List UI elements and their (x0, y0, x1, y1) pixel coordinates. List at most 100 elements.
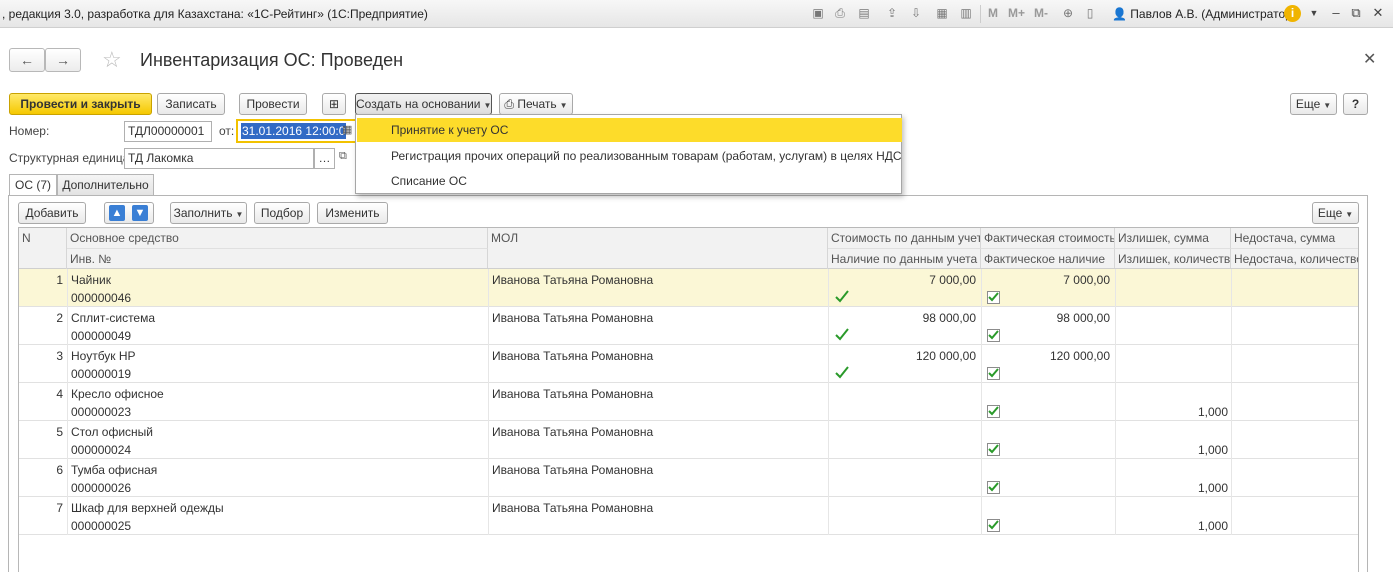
save-button[interactable]: Записать (157, 93, 225, 115)
memory-plus-button[interactable]: M+ (1008, 6, 1025, 20)
menu-item-accept-os[interactable]: Принятие к учету ОС (357, 118, 902, 142)
table-icon[interactable]: ▦ (934, 5, 950, 21)
mol-name[interactable]: Иванова Татьяна Романовна (492, 461, 822, 480)
post-button[interactable]: Провести (239, 93, 307, 115)
surplus-quantity[interactable]: 1,000 (1118, 441, 1228, 460)
col-cost[interactable]: Стоимость по данным учета (828, 228, 981, 248)
table-row[interactable]: 4 Кресло офисное 000000023 Иванова Татьяна … (19, 383, 1358, 422)
add-row-button[interactable]: Добавить (18, 202, 86, 224)
unit-field[interactable]: ТД Лакомка (124, 148, 314, 169)
surplus-quantity[interactable]: 1,000 (1118, 403, 1228, 422)
close-window-icon[interactable]: ✕ (1370, 5, 1386, 21)
col-mol[interactable]: МОЛ (488, 228, 828, 269)
asset-name[interactable]: Стол офисный (71, 423, 481, 442)
actual-cost[interactable]: 7 000,00 (984, 271, 1110, 290)
actual-cost[interactable] (984, 423, 1110, 442)
col-in-accounting[interactable]: Наличие по данным учета (828, 248, 981, 268)
mol-name[interactable]: Иванова Татьяна Романовна (492, 499, 822, 518)
surplus-quantity[interactable]: 1,000 (1118, 479, 1228, 498)
actual-presence-checkbox[interactable] (987, 367, 1000, 380)
col-shortage-qty[interactable]: Недостача, количество (1231, 248, 1358, 268)
favorite-star-icon[interactable]: ☆ (102, 47, 122, 73)
actual-presence-checkbox[interactable] (987, 405, 1000, 418)
actual-presence-checkbox[interactable] (987, 481, 1000, 494)
inventory-number[interactable]: 000000024 (71, 441, 481, 460)
calendar-icon[interactable]: ▦ (342, 123, 352, 136)
col-asset[interactable]: Основное средство (67, 228, 488, 248)
panels-icon[interactable]: ▯ (1082, 5, 1098, 21)
actual-presence-checkbox[interactable] (987, 443, 1000, 456)
menu-item-write-off[interactable]: Списание ОС (357, 169, 902, 193)
col-surplus-sum[interactable]: Излишек, сумма (1115, 228, 1231, 248)
accounting-cost[interactable] (831, 499, 976, 518)
arrow-down-icon[interactable]: ▼ (132, 205, 148, 221)
actual-presence-checkbox[interactable] (987, 519, 1000, 532)
col-fact-cost[interactable]: Фактическая стоимость (981, 228, 1115, 248)
col-surplus-qty[interactable]: Излишек, количество (1115, 248, 1231, 268)
table-more-button[interactable]: Еще ▼ (1312, 202, 1359, 224)
select-button[interactable]: Подбор (254, 202, 310, 224)
chevron-down-icon[interactable]: ▼ (1306, 5, 1322, 21)
table-row[interactable]: 2 Сплит-система 000000049 Иванова Татьяна Р… (19, 307, 1358, 346)
actual-cost[interactable] (984, 461, 1110, 480)
select-unit-button[interactable]: … (314, 148, 335, 169)
inventory-number[interactable]: 000000019 (71, 365, 481, 384)
preview-icon[interactable]: ▤ (856, 5, 872, 21)
memory-minus-button[interactable]: M- (1034, 6, 1048, 20)
asset-name[interactable]: Ноутбук HP (71, 347, 481, 366)
tab-os[interactable]: ОС (7) (9, 174, 57, 196)
minimize-icon[interactable]: – (1328, 5, 1344, 21)
arrow-up-icon[interactable]: ▲ (109, 205, 125, 221)
number-field[interactable]: ТДЛ00000001 (124, 121, 212, 142)
tab-additional[interactable]: Дополнительно (57, 174, 154, 195)
asset-name[interactable]: Шкаф для верхней одежды (71, 499, 481, 518)
forward-button[interactable]: → (45, 48, 81, 72)
restore-icon[interactable]: ⧉ (1348, 5, 1364, 21)
structure-button[interactable]: ⊞ (322, 93, 346, 115)
table-row[interactable]: 3 Ноутбук HP 000000019 Иванова Татьяна Рома… (19, 345, 1358, 384)
back-button[interactable]: ← (9, 48, 45, 72)
actual-cost[interactable]: 120 000,00 (984, 347, 1110, 366)
actual-cost[interactable] (984, 385, 1110, 404)
upload-icon[interactable]: ⇪ (884, 5, 900, 21)
asset-name[interactable]: Чайник (71, 271, 481, 290)
accounting-cost[interactable] (831, 461, 976, 480)
surplus-quantity[interactable] (1118, 289, 1228, 308)
download-icon[interactable]: ⇩ (908, 5, 924, 21)
accounting-cost[interactable]: 7 000,00 (831, 271, 976, 290)
table-row[interactable]: 6 Тумба офисная 000000026 Иванова Татьяна Р… (19, 459, 1358, 498)
post-and-close-button[interactable]: Провести и закрыть (9, 93, 152, 115)
asset-name[interactable]: Кресло офисное (71, 385, 481, 404)
surplus-quantity[interactable]: 1,000 (1118, 517, 1228, 536)
print-button[interactable]: ⎙ Печать ▼ (499, 93, 573, 115)
inventory-number[interactable]: 000000026 (71, 479, 481, 498)
col-shortage-sum[interactable]: Недостача, сумма (1231, 228, 1358, 248)
accounting-cost[interactable] (831, 385, 976, 404)
edit-button[interactable]: Изменить (317, 202, 388, 224)
fill-button[interactable]: Заполнить ▼ (170, 202, 247, 224)
col-n[interactable]: N (19, 228, 67, 269)
asset-name[interactable]: Сплит-система (71, 309, 481, 328)
calendar-icon[interactable]: ▥ (958, 5, 974, 21)
actual-cost[interactable] (984, 499, 1110, 518)
table-row[interactable]: 1 Чайник 000000046 Иванова Татьяна Романовн… (19, 269, 1358, 308)
inventory-number[interactable]: 000000023 (71, 403, 481, 422)
col-inv[interactable]: Инв. № (67, 248, 488, 268)
actual-presence-checkbox[interactable] (987, 291, 1000, 304)
menu-item-vat-registration[interactable]: Регистрация прочих операций по реализова… (357, 144, 902, 168)
more-button[interactable]: Еще ▼ (1290, 93, 1337, 115)
accounting-cost[interactable]: 120 000,00 (831, 347, 976, 366)
date-field[interactable]: 31.01.2016 12:00:0 ▦ (236, 119, 357, 143)
col-fact-presence[interactable]: Фактическое наличие (981, 248, 1115, 268)
info-icon[interactable]: i (1284, 5, 1301, 22)
table-row[interactable]: 7 Шкаф для верхней одежды 000000025 Иванова… (19, 497, 1358, 536)
actual-cost[interactable]: 98 000,00 (984, 309, 1110, 328)
user-name[interactable]: 👤 Павлов А.В. (Администратор) (1112, 7, 1296, 21)
asset-name[interactable]: Тумба офисная (71, 461, 481, 480)
help-button[interactable]: ? (1343, 93, 1368, 115)
inventory-number[interactable]: 000000046 (71, 289, 481, 308)
inventory-number[interactable]: 000000025 (71, 517, 481, 536)
surplus-quantity[interactable] (1118, 365, 1228, 384)
inventory-number[interactable]: 000000049 (71, 327, 481, 346)
mol-name[interactable]: Иванова Татьяна Романовна (492, 309, 822, 328)
